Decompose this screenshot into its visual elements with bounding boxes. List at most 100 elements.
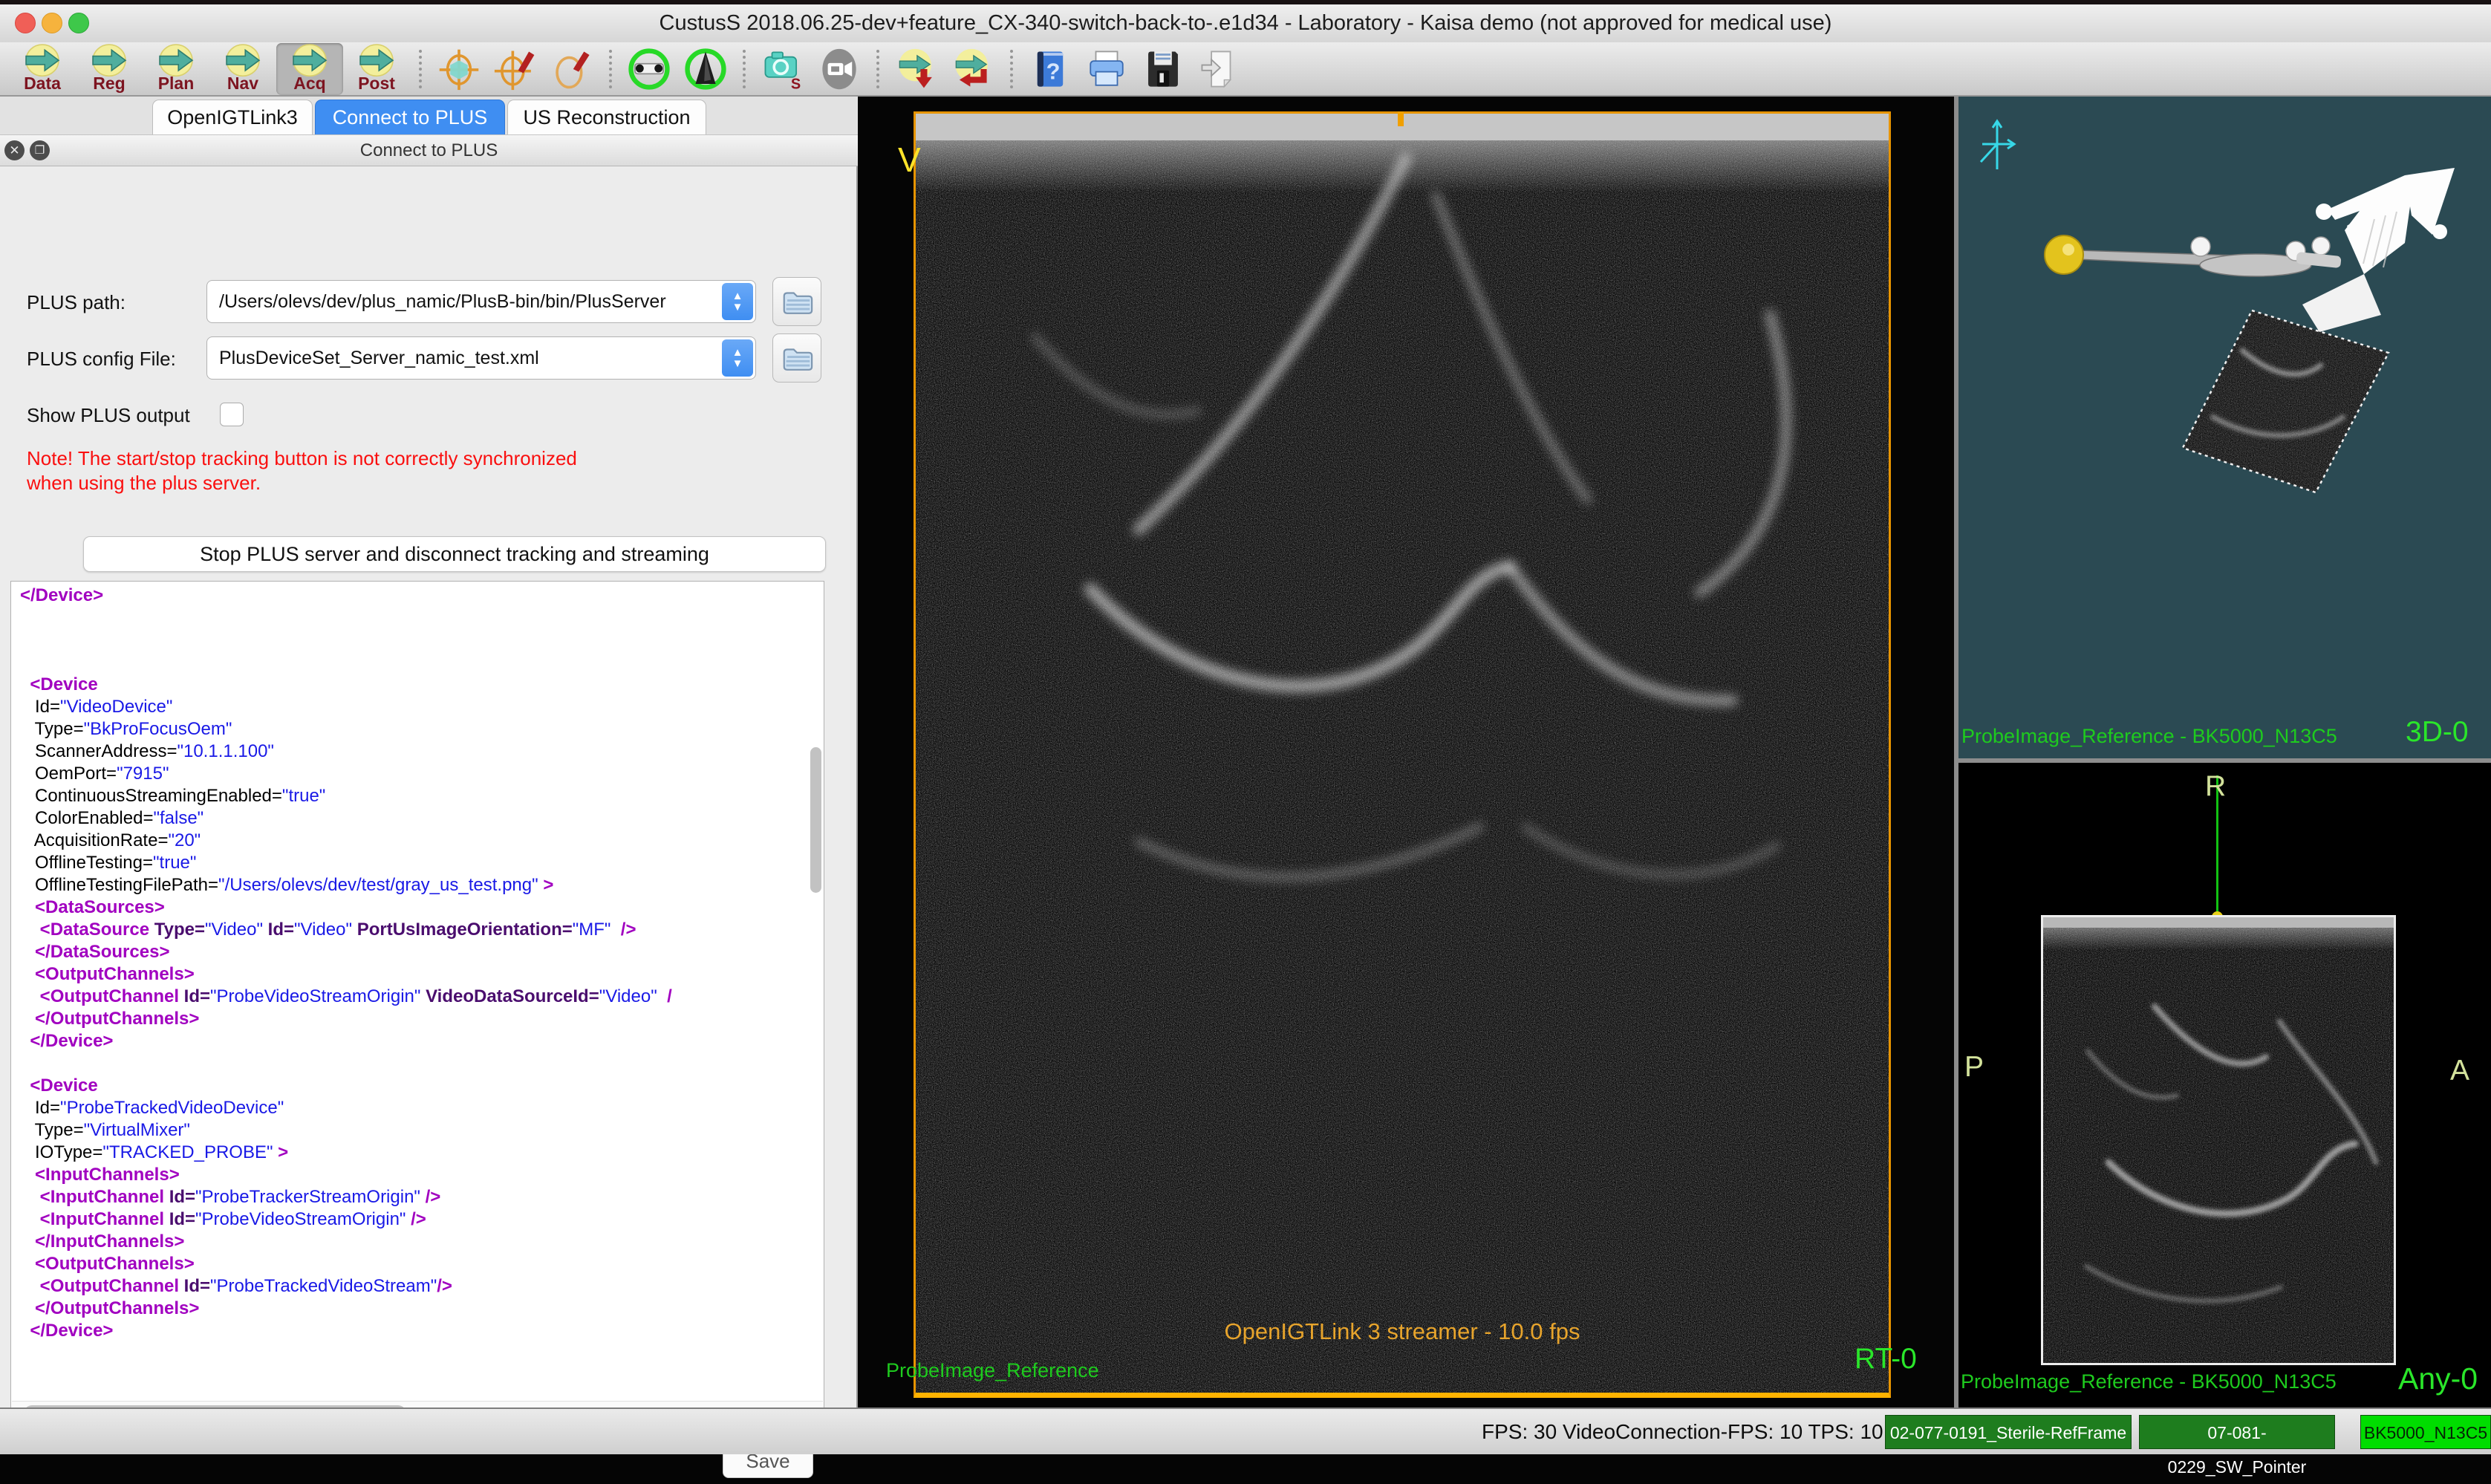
workflow-data-button[interactable]: Data — [9, 43, 76, 95]
tab-us-reconstruction[interactable]: US Reconstruction — [507, 100, 706, 134]
stream-status-label: OpenIGTLink 3 streamer - 10.0 fps — [914, 1318, 1891, 1345]
plus-path-value: /Users/olevs/dev/plus_namic/PlusB-bin/bi… — [219, 291, 666, 312]
sketch-tool-icon — [550, 48, 593, 91]
tracker-status-button[interactable] — [621, 43, 677, 95]
export-document-button[interactable] — [1191, 43, 1248, 95]
center-view-button[interactable] — [431, 43, 487, 95]
workflow-nav-button[interactable]: Nav — [209, 43, 276, 95]
probe-orientation-tick — [1398, 111, 1404, 126]
threed-scene — [1958, 97, 2491, 758]
workflow-reg-button[interactable]: Reg — [76, 43, 143, 95]
dock-title: Connect to PLUS — [0, 135, 858, 166]
pointer-tip-sphere — [2045, 235, 2083, 274]
folder-open-icon — [780, 341, 814, 375]
svg-text:?: ? — [1046, 58, 1061, 84]
any-slice-viewport[interactable]: R P A L ProbeImage_Reference - BK5000_N1… — [1958, 763, 2491, 1407]
plus-config-xml-viewer[interactable]: </Device> <Device Id="VideoDevice" Type=… — [10, 581, 824, 1428]
folder-open-icon — [780, 284, 814, 319]
plus-path-label: PLUS path: — [27, 291, 126, 314]
workflow-label: Post — [358, 75, 395, 91]
title-bar: CustusS 2018.06.25-dev+feature_CX-340-sw… — [0, 0, 2491, 43]
workflow-label: Data — [24, 75, 61, 91]
toolbar-separator — [419, 50, 422, 88]
orientation-label-r: R — [2205, 770, 2226, 803]
workflow-arrow-icon — [23, 44, 62, 78]
svg-text:S: S — [791, 76, 801, 91]
toolbar-separator — [609, 50, 612, 88]
plus-note-line1: Note! The start/stop tracking button is … — [27, 447, 577, 470]
workflow-label: Acq — [293, 75, 325, 91]
plus-path-browse-button[interactable] — [772, 277, 821, 326]
help-icon: ? — [1029, 48, 1072, 91]
us-slice-image — [2041, 915, 2396, 1365]
us-snapshot-icon: S — [761, 48, 804, 91]
realtime-us-viewport[interactable]: V OpenIGTLink 3 streamer - 10.0 fps Prob… — [859, 97, 1954, 1407]
xml-code: </Device> <Device Id="VideoDevice" Type=… — [20, 585, 792, 1342]
tool-status-badge-refframe: 02-077-0191_Sterile-RefFrame — [1885, 1415, 2132, 1449]
show-plus-output-label: Show PLUS output — [27, 404, 190, 427]
sample-point-button[interactable] — [487, 43, 544, 95]
combo-spinner-icon[interactable]: ▲▼ — [722, 339, 753, 377]
workflow-arrow-icon — [224, 44, 262, 78]
image-reference-label: ProbeImage_Reference - BK5000_N13C5 — [1961, 1370, 2337, 1393]
dock-header: ✕ ❐ Connect to PLUS — [0, 134, 858, 166]
xml-vertical-scrollbar[interactable] — [810, 747, 821, 893]
center-view-icon — [437, 48, 481, 91]
help-button[interactable]: ? — [1022, 43, 1078, 95]
plus-config-combobox[interactable]: PlusDeviceSet_Server_namic_test.xml ▲▼ — [206, 336, 756, 380]
workflow-arrow-icon — [357, 44, 396, 78]
export-data-button[interactable] — [945, 43, 1001, 95]
orientation-label-v: V — [898, 140, 921, 180]
probe-status-button[interactable] — [677, 43, 734, 95]
tracker-status-icon — [628, 48, 671, 91]
dock-tab-strip: OpenIGTLink3 Connect to PLUS US Reconstr… — [0, 97, 858, 134]
left-dock-panel: OpenIGTLink3 Connect to PLUS US Reconstr… — [0, 97, 858, 1407]
workflow-arrow-icon — [90, 44, 128, 78]
sample-point-icon — [494, 48, 537, 91]
threed-viewport[interactable]: ProbeImage_Reference - BK5000_N13C5 3D-0 — [1958, 97, 2491, 758]
print-button[interactable] — [1078, 43, 1135, 95]
view-name-label: Any-0 — [2398, 1361, 2478, 1396]
tab-openigtlink3[interactable]: OpenIGTLink3 — [152, 100, 313, 134]
export-document-icon — [1198, 48, 1241, 91]
stop-plus-server-button[interactable]: Stop PLUS server and disconnect tracking… — [83, 536, 826, 572]
import-data-icon — [895, 48, 938, 91]
us-snapshot-button[interactable]: S — [755, 43, 811, 95]
pointer-tool-model — [2045, 235, 2342, 276]
show-plus-output-checkbox[interactable] — [220, 403, 244, 426]
import-data-button[interactable] — [888, 43, 945, 95]
image-reference-label: ProbeImage_Reference - BK5000_N13C5 — [1961, 725, 2337, 748]
save-toolbar-button[interactable] — [1135, 43, 1191, 95]
workflow-arrow-icon — [290, 44, 329, 78]
sketch-tool-button[interactable] — [544, 43, 600, 95]
plus-path-combobox[interactable]: /Users/olevs/dev/plus_namic/PlusB-bin/bi… — [206, 280, 756, 323]
record-video-icon — [818, 48, 861, 91]
orientation-label-p: P — [1964, 1051, 1984, 1084]
tab-connect-to-plus[interactable]: Connect to PLUS — [315, 100, 505, 134]
workflow-label: Reg — [93, 75, 125, 91]
workflow-arrow-icon — [157, 44, 195, 78]
workflow-plan-button[interactable]: Plan — [143, 43, 209, 95]
status-bar: FPS: 30 VideoConnection-FPS: 10 TPS: 10 … — [0, 1407, 2491, 1454]
print-icon — [1085, 48, 1128, 91]
us-image-frame — [914, 111, 1891, 1398]
main-toolbar: Data Reg Plan Nav Acq Post S — [0, 42, 2491, 97]
plus-note-line2: when using the plus server. — [27, 472, 261, 495]
save-icon — [1142, 48, 1185, 91]
orientation-label-a: A — [2450, 1055, 2469, 1087]
record-video-button[interactable] — [811, 43, 867, 95]
window-title: CustusS 2018.06.25-dev+feature_CX-340-sw… — [0, 4, 2491, 42]
fps-status-text: FPS: 30 VideoConnection-FPS: 10 TPS: 10 — [1482, 1409, 1883, 1454]
plus-config-label: PLUS config File: — [27, 348, 176, 371]
view-name-label: 3D-0 — [2406, 716, 2469, 749]
probe-status-icon — [684, 48, 727, 91]
combo-spinner-icon[interactable]: ▲▼ — [722, 283, 753, 320]
workflow-acq-button[interactable]: Acq — [276, 43, 343, 95]
export-data-icon — [951, 48, 994, 91]
workflow-label: Plan — [158, 75, 195, 91]
workflow-post-button[interactable]: Post — [343, 43, 410, 95]
toolbar-separator — [743, 50, 746, 88]
toolbar-separator — [1010, 50, 1013, 88]
workflow-label: Nav — [227, 75, 258, 91]
plus-config-browse-button[interactable] — [772, 333, 821, 383]
